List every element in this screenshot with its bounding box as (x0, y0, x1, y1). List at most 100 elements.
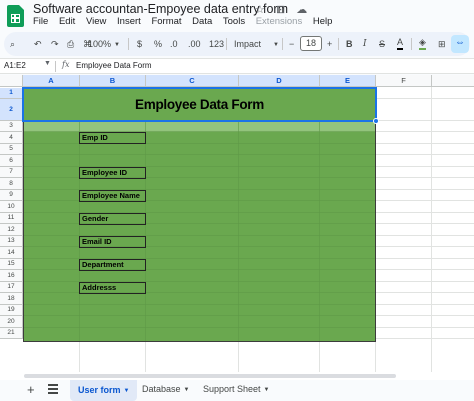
sheet-tab-database[interactable]: Database ▼ (142, 384, 189, 394)
font-size-input[interactable]: 18 (300, 36, 322, 51)
row-header[interactable]: 4 (0, 132, 23, 144)
decrease-font-size-button[interactable]: − (289, 37, 294, 51)
name-box[interactable]: A1:E2 (4, 61, 26, 70)
row-header[interactable]: 10 (0, 201, 23, 213)
increase-font-size-button[interactable]: + (327, 37, 332, 51)
all-sheets-icon[interactable] (48, 384, 58, 396)
menu-insert[interactable]: Insert (117, 16, 141, 27)
move-to-folder-icon[interactable]: ⊡ (276, 3, 285, 16)
menu-file[interactable]: File (33, 16, 48, 27)
chevron-down-icon: ▼ (114, 42, 120, 48)
currency-format-button[interactable]: $ (137, 37, 142, 51)
menu-bar: File Edit View Insert Format Data Tools … (33, 16, 340, 27)
row-header[interactable]: 7 (0, 167, 23, 178)
merge-cells-icon: ⇔ (455, 37, 465, 48)
print-icon[interactable]: ⎙ (67, 37, 74, 51)
form-column-gridline (319, 121, 320, 341)
field-label-emp-id[interactable]: Emp ID (79, 132, 146, 144)
row-header[interactable]: 14 (0, 247, 23, 259)
row-header[interactable]: 1 (0, 88, 23, 99)
row-header[interactable]: 15 (0, 259, 23, 270)
chevron-down-icon: ▼ (263, 387, 270, 393)
borders-icon[interactable]: ⊞ (438, 37, 446, 51)
bold-button[interactable]: B (346, 37, 353, 51)
field-label-employee-name[interactable]: Employee Name (79, 190, 146, 202)
search-menus-icon[interactable]: ⌕ (10, 37, 15, 51)
row-header[interactable]: 20 (0, 316, 23, 328)
row-header[interactable]: 18 (0, 293, 23, 305)
row-header[interactable]: 19 (0, 305, 23, 316)
redo-icon[interactable]: ↷ (51, 37, 59, 51)
column-header-d[interactable]: D (239, 75, 320, 87)
selection-range (22, 87, 377, 122)
column-header-b[interactable]: B (80, 75, 146, 87)
fill-color-icon[interactable]: ◈ (419, 37, 426, 50)
row-header[interactable]: 13 (0, 236, 23, 247)
merge-cells-button[interactable]: ⇔ (451, 35, 469, 53)
horizontal-scrollbar[interactable] (0, 372, 474, 380)
increase-decimal-button[interactable]: .00 (188, 37, 201, 51)
column-header-f[interactable]: F (376, 75, 432, 87)
menu-data[interactable]: Data (192, 16, 212, 27)
zoom-value: 100% (88, 39, 112, 49)
sheet-tab-user-form[interactable]: User form ▼ (70, 380, 138, 401)
row-header[interactable]: 3 (0, 121, 23, 132)
field-label-department[interactable]: Department (79, 259, 146, 271)
text-color-icon[interactable]: A (397, 37, 404, 50)
chevron-down-icon[interactable]: ▼ (44, 60, 51, 67)
field-label-gender[interactable]: Gender (79, 213, 146, 225)
form-column-gridline (79, 121, 80, 341)
menu-help[interactable]: Help (313, 16, 333, 27)
row-header[interactable]: 6 (0, 155, 23, 167)
zoom-select[interactable]: 100% ▼ (88, 37, 120, 52)
row-header[interactable]: 8 (0, 178, 23, 190)
form-row-gridline (24, 281, 375, 282)
field-label-employee-id[interactable]: Employee ID (79, 167, 146, 179)
column-header-c[interactable]: C (146, 75, 239, 87)
form-row-gridline (24, 269, 375, 270)
row-header[interactable]: 21 (0, 328, 23, 339)
field-label-email-id[interactable]: Email ID (79, 236, 146, 248)
menu-extensions[interactable]: Extensions (256, 16, 302, 27)
row-header[interactable]: 9 (0, 190, 23, 201)
italic-icon[interactable]: I (363, 37, 367, 51)
form-column-gridline (145, 121, 146, 341)
undo-icon[interactable]: ↶ (34, 37, 42, 51)
menu-view[interactable]: View (86, 16, 106, 27)
row-header[interactable]: 16 (0, 270, 23, 282)
strikethrough-icon[interactable]: S (379, 37, 385, 51)
field-label-address[interactable]: Addresss (79, 282, 146, 294)
fx-icon: fx (62, 60, 70, 69)
column-header-e[interactable]: E (320, 75, 376, 87)
row-header[interactable]: 17 (0, 282, 23, 293)
sheet-tab-support-sheet[interactable]: Support Sheet ▼ (203, 384, 270, 394)
percent-format-button[interactable]: % (154, 37, 162, 51)
row-header[interactable]: 12 (0, 224, 23, 236)
column-header-g[interactable] (432, 75, 474, 87)
fill-handle[interactable] (373, 118, 379, 124)
font-select[interactable]: Impact ▼ (234, 37, 279, 52)
decrease-decimal-button[interactable]: .0 (170, 37, 178, 51)
menu-format[interactable]: Format (151, 16, 181, 27)
row-header[interactable]: 5 (0, 144, 23, 155)
scrollbar-thumb[interactable] (24, 374, 396, 378)
add-sheet-icon[interactable]: + (27, 382, 35, 397)
more-formats-button[interactable]: 123 (209, 37, 224, 51)
star-icon[interactable]: ☆ (255, 3, 265, 16)
column-gridline (431, 87, 432, 372)
formula-input[interactable]: Employee Data Form (76, 61, 152, 70)
row-header[interactable]: 2 (0, 99, 23, 121)
spreadsheet-grid[interactable]: A B C D E F 1 2 3 4 5 6 7 8 9 10 11 12 13 14 15 16 17 18 1… (0, 75, 474, 372)
cloud-status-icon[interactable]: ☁ (296, 3, 307, 16)
sheets-logo-icon[interactable] (7, 5, 24, 27)
form-row-gridline (24, 292, 375, 293)
chevron-down-icon: ▼ (183, 387, 190, 393)
menu-edit[interactable]: Edit (59, 16, 75, 27)
chevron-down-icon: ▼ (123, 388, 130, 394)
document-title[interactable]: Software accountan-Empoyee data entry fo… (33, 2, 288, 16)
form-row-gridline (24, 200, 375, 201)
row-header[interactable]: 11 (0, 213, 23, 224)
menu-tools[interactable]: Tools (223, 16, 245, 27)
column-header-a[interactable]: A (23, 75, 80, 87)
select-all-corner[interactable] (0, 75, 23, 87)
